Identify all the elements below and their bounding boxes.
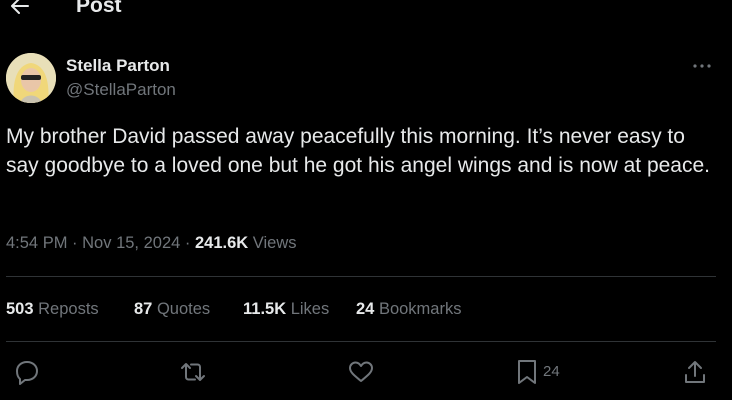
meta-separator: · xyxy=(72,234,83,252)
meta-separator: · xyxy=(184,234,195,252)
likes-label: Likes xyxy=(290,300,330,318)
reposts-stat[interactable]: 503 Reposts xyxy=(6,298,99,320)
like-button[interactable] xyxy=(347,358,375,386)
top-bar: Post xyxy=(0,0,732,22)
avatar[interactable] xyxy=(6,53,56,103)
post-time[interactable]: 4:54 PM xyxy=(6,234,67,252)
repost-button[interactable] xyxy=(177,358,209,386)
likes-stat[interactable]: 11.5K Likes xyxy=(243,298,329,320)
author-handle[interactable]: @StellaParton xyxy=(66,80,176,100)
reposts-label: Reposts xyxy=(38,300,99,318)
author-name[interactable]: Stella Parton xyxy=(66,56,170,76)
bookmarks-count: 24 xyxy=(356,300,375,318)
page-title: Post xyxy=(76,0,122,17)
reply-icon xyxy=(16,361,38,385)
divider xyxy=(6,341,716,342)
share-button[interactable] xyxy=(682,358,708,386)
back-button[interactable] xyxy=(8,0,32,18)
quotes-label: Quotes xyxy=(156,300,211,318)
post-date[interactable]: Nov 15, 2024 xyxy=(82,234,180,252)
likes-count: 11.5K xyxy=(243,300,287,318)
more-options-button[interactable] xyxy=(690,56,714,76)
arrow-left-icon xyxy=(11,0,29,14)
views-label: Views xyxy=(252,234,297,252)
quotes-stat[interactable]: 87 Quotes xyxy=(134,298,210,320)
views-count: 241.6K xyxy=(194,234,249,252)
quotes-count: 87 xyxy=(134,300,153,318)
post-text: My brother David passed away peacefully … xyxy=(6,125,710,177)
more-icon xyxy=(693,64,711,68)
bookmarks-label: Bookmarks xyxy=(378,300,462,318)
heart-icon xyxy=(349,361,373,382)
divider xyxy=(6,276,716,277)
repost-icon xyxy=(181,363,205,381)
reply-button[interactable] xyxy=(14,358,40,386)
post-meta: 4:54 PM · Nov 15, 2024 · 241.6K Views xyxy=(6,232,297,254)
bookmarks-stat[interactable]: 24 Bookmarks xyxy=(356,298,461,320)
reposts-count: 503 xyxy=(6,300,34,318)
bookmark-icon xyxy=(518,360,536,384)
share-icon xyxy=(685,361,705,383)
avatar-image xyxy=(6,53,56,103)
bookmark-button[interactable]: 24 xyxy=(515,358,560,386)
bookmark-count: 24 xyxy=(543,363,560,380)
